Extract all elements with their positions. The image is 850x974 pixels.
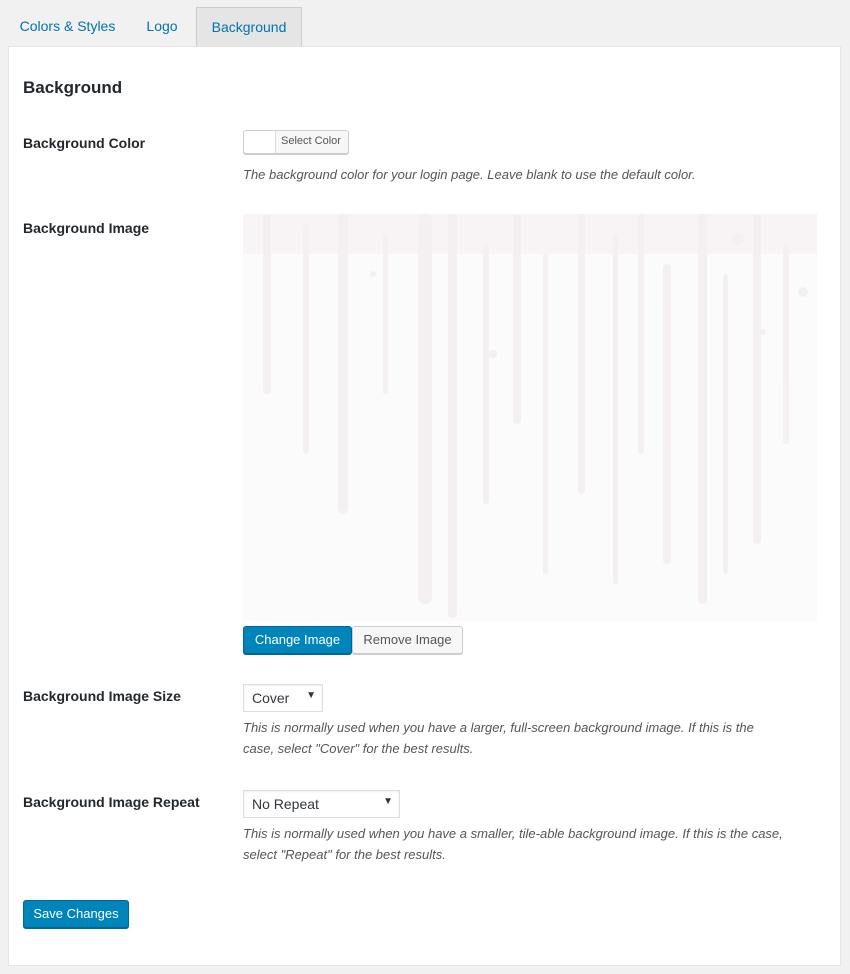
- select-color-button[interactable]: Select Color: [243, 130, 349, 154]
- background-image-repeat-label: Background Image Repeat: [23, 794, 200, 810]
- background-image-size-value: Cover: [252, 690, 290, 706]
- background-color-label: Background Color: [23, 135, 146, 151]
- background-image-repeat-description: This is normally used when you have a sm…: [243, 823, 823, 865]
- background-image-size-description: This is normally used when you have a la…: [243, 717, 823, 759]
- background-color-description: The background color for your login page…: [243, 167, 696, 182]
- chevron-down-icon: ▼: [306, 690, 316, 701]
- chevron-down-icon: ▼: [383, 796, 393, 807]
- section-title: Background: [23, 78, 123, 97]
- description-line: select "Repeat" for the best results.: [243, 847, 446, 862]
- background-image-preview: [243, 214, 817, 621]
- background-image-label: Background Image: [23, 220, 150, 236]
- settings-panel: Background Background Color Select Color…: [8, 46, 841, 966]
- save-changes-button[interactable]: Save Changes: [23, 900, 129, 928]
- description-line: This is normally used when you have a sm…: [243, 826, 783, 841]
- description-line: case, select "Cover" for the best result…: [243, 741, 474, 756]
- background-image-size-select[interactable]: Cover ▼: [243, 684, 323, 712]
- tab-logo[interactable]: Logo: [132, 7, 192, 45]
- change-image-button[interactable]: Change Image: [243, 626, 352, 654]
- tab-background[interactable]: Background: [196, 7, 302, 46]
- settings-tabs: Colors & Styles Logo Background: [0, 0, 850, 46]
- background-image-repeat-value: No Repeat: [252, 796, 319, 812]
- color-swatch: [244, 131, 276, 153]
- paint-drips-image: [243, 214, 817, 618]
- background-image-size-label: Background Image Size: [23, 688, 181, 704]
- select-color-label: Select Color: [281, 135, 341, 147]
- description-line: This is normally used when you have a la…: [243, 720, 754, 735]
- background-image-repeat-select[interactable]: No Repeat ▼: [243, 790, 400, 818]
- tab-colors-styles[interactable]: Colors & Styles: [10, 7, 125, 45]
- remove-image-button[interactable]: Remove Image: [352, 626, 463, 654]
